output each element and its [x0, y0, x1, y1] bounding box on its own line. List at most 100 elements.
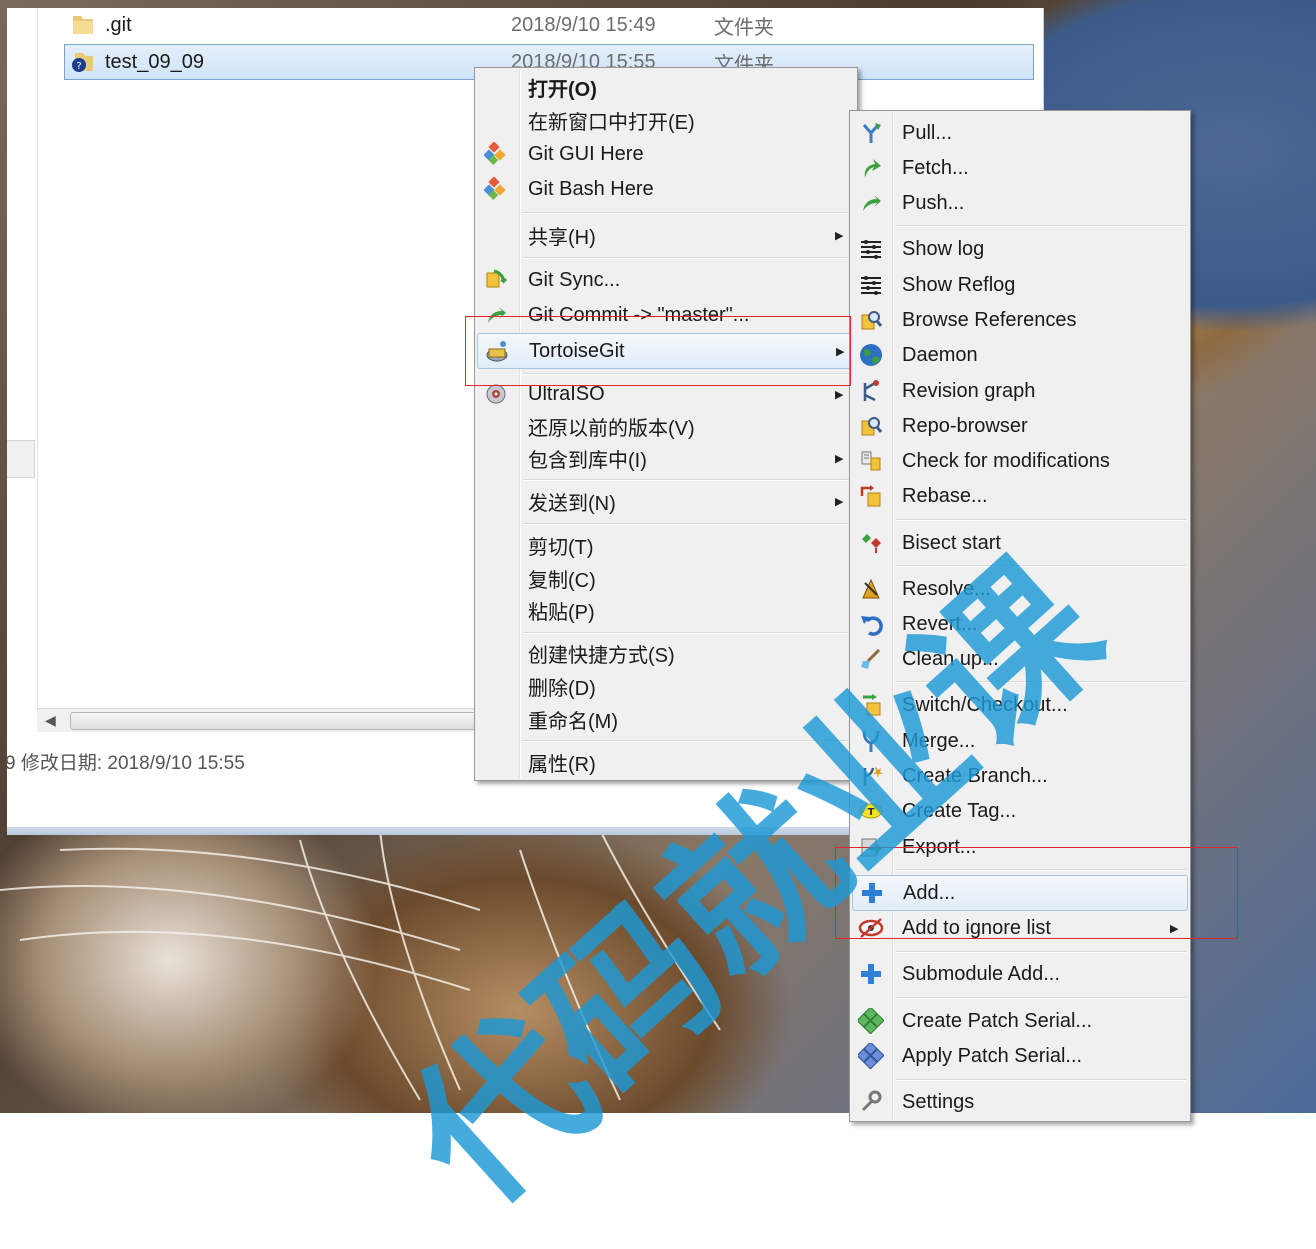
- menu-item-copy[interactable]: 复制(C): [477, 561, 855, 595]
- menu-item-delete[interactable]: 删除(D): [477, 669, 855, 703]
- menu-item-create-patch-serial[interactable]: Create Patch Serial...: [852, 1004, 1188, 1038]
- menu-item-create-tag[interactable]: T Create Tag...: [852, 794, 1188, 828]
- menu-item-git-bash-here[interactable]: Git Bash Here: [477, 172, 855, 206]
- menu-item-daemon[interactable]: Daemon: [852, 338, 1188, 372]
- menu-item-tortoisegit[interactable]: TortoiseGit ▶: [477, 333, 855, 369]
- menu-item-properties[interactable]: 属性(R): [477, 745, 855, 779]
- scroll-left-icon[interactable]: ◀: [45, 712, 56, 729]
- menu-item-show-log[interactable]: Show log: [852, 232, 1188, 266]
- settings-icon: [858, 1089, 884, 1115]
- file-name: test_09_09: [105, 50, 204, 73]
- create-patch-icon: [858, 1008, 884, 1034]
- menu-item-create-shortcut[interactable]: 创建快捷方式(S): [477, 636, 855, 670]
- menu-separator: [896, 565, 1186, 567]
- menu-item-rebase[interactable]: Rebase...: [852, 479, 1188, 513]
- menu-item-revert[interactable]: Revert...: [852, 607, 1188, 641]
- menu-item-check-modifications[interactable]: Check for modifications: [852, 444, 1188, 478]
- menu-item-submodule-add[interactable]: Submodule Add...: [852, 957, 1188, 991]
- menu-item-switch-checkout[interactable]: Switch/Checkout...: [852, 688, 1188, 722]
- menu-item-ultraiso[interactable]: UltraISO ▶: [477, 377, 855, 411]
- menu-item-open[interactable]: 打开(O): [477, 70, 855, 104]
- menu-item-export[interactable]: Export...: [852, 830, 1188, 864]
- menu-separator: [896, 519, 1186, 521]
- menu-item-label: Create Patch Serial...: [902, 1009, 1093, 1032]
- export-icon: [858, 834, 884, 860]
- navigation-pane-collapse[interactable]: [7, 440, 35, 478]
- menu-item-label: Add...: [903, 881, 956, 904]
- menu-item-show-reflog[interactable]: Show Reflog: [852, 268, 1188, 302]
- menu-item-label: UltraISO: [528, 382, 605, 405]
- menu-item-repo-browser[interactable]: Repo-browser: [852, 409, 1188, 443]
- menu-item-add[interactable]: Add...: [852, 875, 1188, 911]
- menu-item-label: Create Tag...: [902, 799, 1017, 822]
- menu-item-share[interactable]: 共享(H) ▶: [477, 218, 855, 252]
- menu-item-label: Git GUI Here: [528, 142, 644, 165]
- add-icon: [859, 880, 885, 906]
- menu-separator: [523, 257, 853, 259]
- menu-separator: [523, 479, 853, 481]
- menu-item-label: Git Bash Here: [528, 177, 654, 200]
- menu-item-label: 在新窗口中打开(E): [528, 111, 695, 134]
- submenu-arrow-icon: ▶: [835, 229, 844, 242]
- menu-item-label: Show Reflog: [902, 273, 1016, 296]
- menu-item-label: Switch/Checkout...: [902, 693, 1068, 716]
- menu-item-revision-graph[interactable]: Revision graph: [852, 374, 1188, 408]
- menu-item-label: 剪切(T): [528, 536, 594, 559]
- menu-item-send-to[interactable]: 发送到(N) ▶: [477, 484, 855, 518]
- menu-item-add-to-ignore-list[interactable]: Add to ignore list ▶: [852, 911, 1188, 945]
- horizontal-scrollbar[interactable]: ◀: [37, 708, 492, 733]
- scroll-thumb[interactable]: [70, 712, 492, 730]
- menu-separator: [523, 740, 853, 742]
- menu-item-git-gui-here[interactable]: Git GUI Here: [477, 137, 855, 171]
- menu-item-open-new-window[interactable]: 在新窗口中打开(E): [477, 103, 855, 137]
- tortoisegit-icon: [484, 338, 510, 364]
- menu-item-browse-references[interactable]: Browse References: [852, 303, 1188, 337]
- menu-item-label: Push...: [902, 191, 965, 214]
- submenu-arrow-icon: ▶: [835, 452, 844, 465]
- menu-item-restore-versions[interactable]: 还原以前的版本(V): [477, 409, 855, 443]
- menu-item-clean-up[interactable]: Clean up...: [852, 642, 1188, 676]
- bisect-icon: [858, 530, 884, 556]
- menu-item-bisect-start[interactable]: Bisect start: [852, 526, 1188, 560]
- git-gui-icon: [483, 141, 509, 167]
- rebase-icon: [858, 483, 884, 509]
- menu-item-rename[interactable]: 重命名(M): [477, 702, 855, 736]
- file-type: 文件夹: [714, 16, 774, 39]
- submenu-arrow-icon: ▶: [835, 495, 844, 508]
- check-modifications-icon: [858, 448, 884, 474]
- revert-icon: [858, 611, 884, 637]
- menu-item-label: Show log: [902, 237, 985, 260]
- menu-item-merge[interactable]: Merge...: [852, 724, 1188, 758]
- menu-item-label: 还原以前的版本(V): [528, 417, 695, 440]
- menu-item-resolve[interactable]: Resolve...: [852, 572, 1188, 606]
- file-name: .git: [105, 13, 132, 36]
- file-row[interactable]: .git 2018/9/10 15:49 文件夹: [65, 8, 1033, 42]
- folder-icon: [73, 16, 93, 34]
- tortoisegit-submenu: Pull... Fetch... Push... Show log Show R…: [849, 110, 1191, 1122]
- menu-item-include-in-library[interactable]: 包含到库中(I) ▶: [477, 441, 855, 475]
- fetch-icon: [858, 155, 884, 181]
- menu-separator: [896, 997, 1186, 999]
- menu-item-paste[interactable]: 粘贴(P): [477, 593, 855, 627]
- menu-item-label: Revision graph: [902, 379, 1036, 402]
- merge-icon: [858, 728, 884, 754]
- menu-item-create-branch[interactable]: Create Branch...: [852, 759, 1188, 793]
- menu-item-label: 粘贴(P): [528, 601, 595, 624]
- details-pane: 9 修改日期: 2018/9/10 15:55: [5, 732, 475, 827]
- menu-item-push[interactable]: Push...: [852, 186, 1188, 220]
- submenu-arrow-icon: ▶: [1170, 922, 1179, 935]
- file-date: 2018/9/10 15:49: [511, 13, 656, 36]
- switch-icon: [858, 692, 884, 718]
- menu-item-fetch[interactable]: Fetch...: [852, 151, 1188, 185]
- revision-graph-icon: [858, 378, 884, 404]
- menu-item-pull[interactable]: Pull...: [852, 116, 1188, 150]
- menu-item-git-sync[interactable]: Git Sync...: [477, 263, 855, 297]
- menu-item-settings[interactable]: Settings: [852, 1085, 1188, 1119]
- menu-item-label: 重命名(M): [528, 710, 618, 733]
- menu-item-label: Resolve...: [902, 577, 991, 600]
- menu-item-git-commit[interactable]: Git Commit -> "master"...: [477, 298, 855, 332]
- menu-item-cut[interactable]: 剪切(T): [477, 528, 855, 562]
- menu-separator: [896, 1079, 1186, 1081]
- push-icon: [858, 190, 884, 216]
- menu-item-apply-patch-serial[interactable]: Apply Patch Serial...: [852, 1039, 1188, 1073]
